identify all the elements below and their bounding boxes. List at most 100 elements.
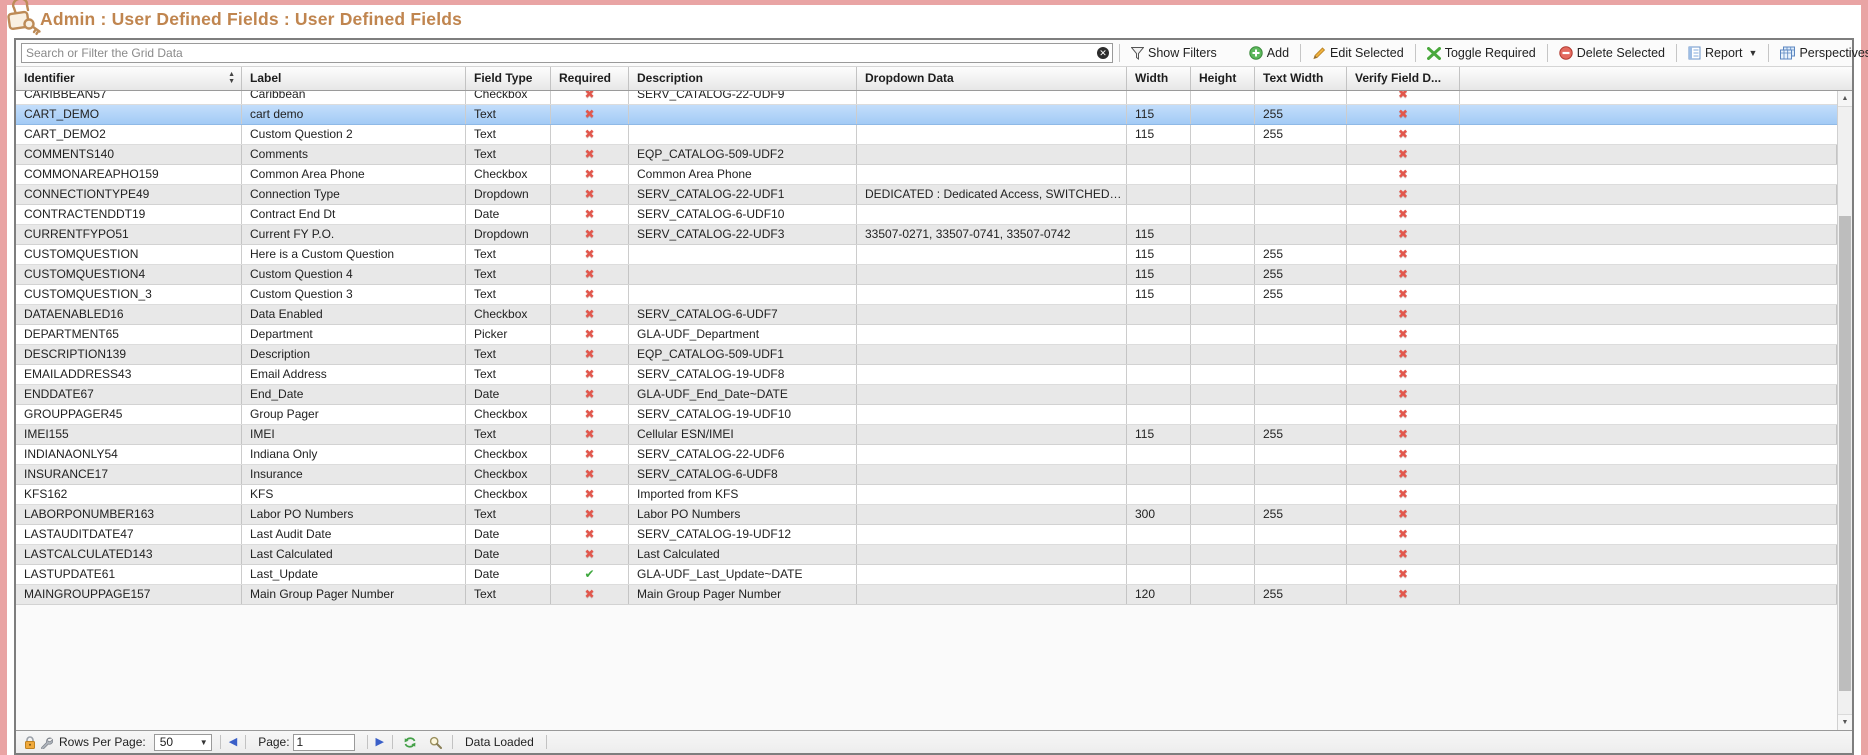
table-row[interactable]: DEPARTMENT65DepartmentPicker✖GLA-UDF_Dep… [16, 325, 1837, 345]
cross-icon: ✖ [1398, 427, 1408, 441]
table-row[interactable]: LASTUPDATE61Last_UpdateDate✔GLA-UDF_Last… [16, 565, 1837, 585]
cell-required: ✖ [551, 345, 629, 364]
edit-selected-button[interactable]: Edit Selected [1307, 46, 1409, 60]
cell-field_type: Date [466, 525, 551, 544]
report-button[interactable]: Report ▼ [1683, 46, 1762, 60]
rows-per-page-select[interactable]: 50 ▼ [154, 734, 212, 751]
table-row[interactable]: CART_DEMOcart demoText✖115255✖ [16, 105, 1837, 125]
cell-field_type: Picker [466, 325, 551, 344]
table-row[interactable]: MAINGROUPPAGE157Main Group Pager NumberT… [16, 585, 1837, 605]
cell-description [629, 285, 857, 304]
cell-text_width [1255, 385, 1347, 404]
perspectives-button[interactable]: Perspectives ▼ [1775, 46, 1868, 60]
table-row[interactable]: DATAENABLED16Data EnabledCheckbox✖SERV_C… [16, 305, 1837, 325]
table-row[interactable]: LABORPONUMBER163Labor PO NumbersText✖Lab… [16, 505, 1837, 525]
table-row[interactable]: GROUPPAGER45Group PagerCheckbox✖SERV_CAT… [16, 405, 1837, 425]
table-row[interactable]: IMEI155IMEIText✖Cellular ESN/IMEI115255✖ [16, 425, 1837, 445]
rows-per-page-value: 50 [160, 735, 173, 749]
column-header-required[interactable]: Required [551, 67, 629, 90]
cell-filler [1460, 405, 1837, 424]
cell-field_type: Text [466, 585, 551, 604]
column-header-description[interactable]: Description [629, 67, 857, 90]
table-row[interactable]: CUSTOMQUESTIONHere is a Custom QuestionT… [16, 245, 1837, 265]
table-row[interactable]: CURRENTFYPO51Current FY P.O.Dropdown✖SER… [16, 225, 1837, 245]
cell-text_width: 255 [1255, 585, 1347, 604]
next-page-icon[interactable]: ▶ [376, 737, 384, 748]
table-row[interactable]: CUSTOMQUESTION4Custom Question 4Text✖115… [16, 265, 1837, 285]
cross-icon: ✖ [1398, 187, 1408, 201]
cell-text_width [1255, 165, 1347, 184]
table-row[interactable]: KFS162KFSCheckbox✖Imported from KFS✖ [16, 485, 1837, 505]
previous-page-icon[interactable]: ◀ [229, 737, 237, 748]
delete-selected-button[interactable]: Delete Selected [1554, 46, 1670, 60]
page-number-input[interactable] [293, 734, 355, 751]
cell-verify: ✖ [1347, 285, 1460, 304]
column-header-field_type[interactable]: Field Type [466, 67, 551, 90]
column-header-identifier[interactable]: Identifier▲▼ [16, 67, 242, 90]
table-row[interactable]: LASTAUDITDATE47Last Audit DateDate✖SERV_… [16, 525, 1837, 545]
show-filters-button[interactable]: Show Filters [1126, 46, 1222, 60]
show-filters-label: Show Filters [1148, 46, 1217, 60]
scroll-down-icon[interactable]: ▼ [1838, 714, 1852, 730]
vertical-scrollbar[interactable]: ▲ ▼ [1837, 91, 1852, 730]
cross-icon: ✖ [1398, 547, 1408, 561]
toolbar-separator [1676, 44, 1677, 62]
table-row[interactable]: EMAILADDRESS43Email AddressText✖SERV_CAT… [16, 365, 1837, 385]
table-row[interactable]: INDIANAONLY54Indiana OnlyCheckbox✖SERV_C… [16, 445, 1837, 465]
table-row[interactable]: CONNECTIONTYPE49Connection TypeDropdown✖… [16, 185, 1837, 205]
cell-label: Common Area Phone [242, 165, 466, 184]
cell-text_width [1255, 485, 1347, 504]
cross-icon: ✖ [584, 487, 594, 501]
cell-identifier: LASTAUDITDATE47 [16, 525, 242, 544]
cell-field_type: Date [466, 545, 551, 564]
cell-verify: ✖ [1347, 105, 1460, 124]
table-row[interactable]: CARIBBEAN57CaribbeanCheckbox✖SERV_CATALO… [16, 91, 1837, 105]
cell-dropdown_data: 33507-0271, 33507-0741, 33507-0742 [857, 225, 1127, 244]
cell-identifier: INSURANCE17 [16, 465, 242, 484]
table-row[interactable]: CUSTOMQUESTION_3Custom Question 3Text✖11… [16, 285, 1837, 305]
table-row[interactable]: COMMONAREAPHO159Common Area PhoneCheckbo… [16, 165, 1837, 185]
cell-field_type: Checkbox [466, 445, 551, 464]
search-input[interactable] [21, 43, 1113, 63]
table-row[interactable]: CART_DEMO2Custom Question 2Text✖115255✖ [16, 125, 1837, 145]
magnifier-icon[interactable] [429, 736, 442, 749]
admin-lock-key-icon [2, 0, 42, 40]
cell-required: ✖ [551, 505, 629, 524]
table-row[interactable]: INSURANCE17InsuranceCheckbox✖SERV_CATALO… [16, 465, 1837, 485]
cell-text_width: 255 [1255, 265, 1347, 284]
table-row[interactable]: LASTCALCULATED143Last CalculatedDate✖Las… [16, 545, 1837, 565]
table-header-row: Identifier▲▼LabelField TypeRequiredDescr… [16, 66, 1852, 91]
table-row[interactable]: ENDDATE67End_DateDate✖GLA-UDF_End_Date~D… [16, 385, 1837, 405]
scrollbar-thumb[interactable] [1839, 216, 1851, 691]
scroll-up-icon[interactable]: ▲ [1838, 91, 1852, 107]
column-header-verify[interactable]: Verify Field D... [1347, 67, 1460, 90]
cross-icon: ✖ [584, 287, 594, 301]
clear-search-icon[interactable]: ✕ [1097, 47, 1109, 59]
column-header-height[interactable]: Height [1191, 67, 1255, 90]
table-row[interactable]: COMMENTS140CommentsText✖EQP_CATALOG-509-… [16, 145, 1837, 165]
report-label: Report [1705, 46, 1743, 60]
toggle-required-button[interactable]: Toggle Required [1422, 46, 1541, 60]
rows-per-page-label: Rows Per Page: [59, 735, 146, 749]
cross-icon: ✖ [1398, 91, 1408, 101]
cell-field_type: Checkbox [466, 465, 551, 484]
cell-filler [1460, 445, 1837, 464]
table-row[interactable]: DESCRIPTION139DescriptionText✖EQP_CATALO… [16, 345, 1837, 365]
cross-icon: ✖ [584, 207, 594, 221]
table-row[interactable]: CONTRACTENDDT19Contract End DtDate✖SERV_… [16, 205, 1837, 225]
column-header-label[interactable]: Label [242, 67, 466, 90]
cross-icon: ✖ [1398, 267, 1408, 281]
column-header-dropdown_data[interactable]: Dropdown Data [857, 67, 1127, 90]
sort-icon[interactable]: ▲▼ [228, 72, 235, 86]
cell-identifier: DEPARTMENT65 [16, 325, 242, 344]
column-header-text_width[interactable]: Text Width [1255, 67, 1347, 90]
cell-description: SERV_CATALOG-19-UDF8 [629, 365, 857, 384]
lock-icon[interactable] [24, 736, 36, 749]
cell-filler [1460, 325, 1837, 344]
cell-filler [1460, 145, 1837, 164]
add-button[interactable]: Add [1244, 46, 1294, 60]
cell-label: Current FY P.O. [242, 225, 466, 244]
wrench-icon[interactable] [40, 736, 53, 749]
column-header-width[interactable]: Width [1127, 67, 1191, 90]
refresh-icon[interactable] [403, 736, 417, 749]
